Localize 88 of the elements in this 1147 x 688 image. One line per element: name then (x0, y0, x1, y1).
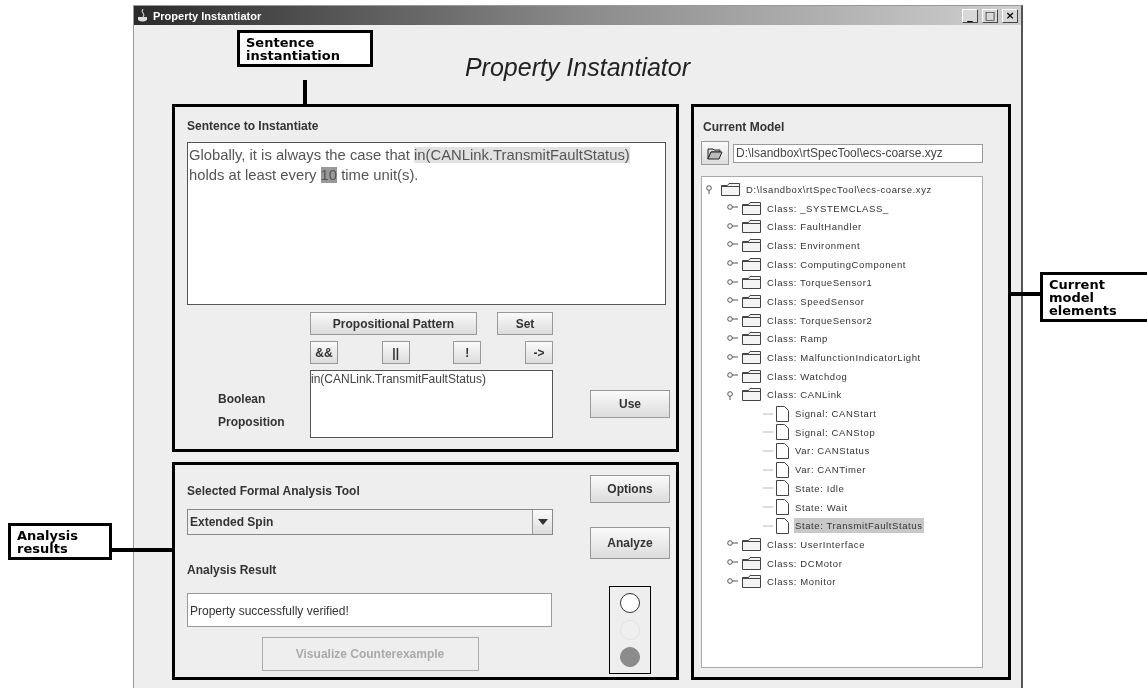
tree-item[interactable]: Class: TorqueSensor2 (766, 312, 874, 328)
tree-line-icon (763, 524, 773, 527)
tree-item[interactable]: Var: CANStatus (794, 443, 871, 459)
field-label: Boolean (218, 391, 267, 406)
tree-line-icon (763, 506, 773, 509)
window-control[interactable]: _ (962, 8, 978, 23)
tree-line-icon (763, 412, 773, 415)
folder-icon (742, 351, 761, 365)
section-label: Analysis Result (187, 563, 278, 577)
tree-handle-icon[interactable] (727, 333, 739, 344)
file-icon (776, 405, 789, 422)
callout-label: Analysis results (8, 523, 112, 560)
operator-button[interactable]: && (310, 341, 338, 364)
folder-icon (742, 313, 761, 327)
tree-line-icon (763, 431, 773, 434)
callout-label: Sentence instantiation (237, 30, 373, 67)
tree-item[interactable]: State: TransmitFaultStatus (794, 518, 924, 534)
use-button[interactable]: Use (590, 390, 670, 418)
tree-item[interactable]: State: Idle (794, 480, 846, 496)
operator-button[interactable]: -> (524, 341, 553, 364)
folder-icon (742, 201, 761, 215)
set-button[interactable]: Set (497, 312, 553, 335)
tree-handle-icon[interactable] (727, 277, 739, 288)
proposition-field[interactable]: in(CANLink.TransmitFaultStatus) (310, 370, 553, 438)
file-icon (776, 517, 789, 534)
pattern-button[interactable]: Propositional Pattern (310, 312, 477, 335)
folder-icon (742, 388, 761, 402)
tree-item[interactable]: Class: MalfunctionIndicatorLight (766, 350, 922, 366)
caret-icon (537, 519, 548, 525)
operator-button[interactable]: || (381, 341, 410, 364)
tool-dropdown[interactable]: Extended Spin (187, 509, 553, 535)
tree-item[interactable]: Class: TorqueSensor1 (766, 275, 874, 291)
folder-icon (742, 332, 761, 346)
folder-icon (742, 537, 761, 551)
options-button[interactable]: Options (590, 475, 670, 503)
tree-item[interactable]: Class: Environment (766, 237, 862, 253)
tree-item[interactable]: Signal: CANStop (794, 424, 877, 440)
folder-icon (742, 238, 761, 252)
file-icon (776, 442, 789, 459)
tree-item[interactable]: Signal: CANStart (794, 406, 878, 422)
tree-item[interactable]: Class: _SYSTEMCLASS_ (766, 200, 890, 216)
tree-item[interactable]: Class: ComputingComponent (766, 256, 908, 272)
tree-line-icon (763, 468, 773, 471)
tree-item[interactable]: Class: FaultHandler (766, 219, 863, 235)
file-icon (776, 499, 789, 516)
open-folder-icon (707, 146, 723, 160)
file-icon (776, 480, 789, 497)
sentence-field[interactable]: Globally, it is always the case that in(CANLink.TransmitFaultStatus) holds at least every 10 time unit(s). (187, 142, 666, 305)
tree-item[interactable]: Class: UserInterface (766, 536, 867, 552)
tree-item[interactable]: Class: DCMotor (766, 555, 844, 571)
tree-item[interactable]: Var: CANTimer (794, 462, 868, 478)
window-control[interactable]: □ (982, 8, 998, 23)
tree-item[interactable]: Class: SpeedSensor (766, 293, 866, 309)
callout-label: Current model elements (1040, 272, 1147, 322)
folder-icon (742, 294, 761, 308)
folder-icon (721, 182, 740, 196)
tree-line-icon (763, 487, 773, 490)
tree-item[interactable]: Class: Watchdog (766, 368, 849, 384)
panel-label: Sentence to Instantiate (187, 119, 320, 133)
open-folder-button[interactable] (701, 141, 729, 165)
operator-button[interactable]: ! (453, 341, 482, 364)
tree-handle-icon[interactable] (727, 576, 739, 587)
app-title: Property Instantiator (464, 53, 691, 82)
analyze-button[interactable]: Analyze (590, 527, 670, 559)
panel-label: Selected Formal Analysis Tool (187, 484, 361, 498)
result-field[interactable]: Property successfully verified! (187, 593, 552, 627)
tree-item[interactable]: Class: CANLink (766, 387, 843, 403)
panel-label: Current Model (702, 120, 786, 134)
tree-item[interactable]: State: Wait (794, 499, 849, 515)
file-icon (776, 461, 789, 478)
folder-icon (742, 220, 761, 234)
cup-icon (137, 8, 149, 23)
window-title: Property Instantiator (153, 9, 263, 22)
window-control[interactable]: × (1002, 8, 1018, 23)
folder-icon (742, 575, 761, 589)
tree-item[interactable]: Class: Monitor (766, 574, 838, 590)
tree-item[interactable]: Class: Ramp (766, 331, 829, 347)
tree-handle-icon[interactable] (727, 221, 739, 232)
folder-icon (742, 257, 761, 271)
field-label: Proposition (218, 414, 286, 429)
folder-icon (742, 276, 761, 290)
tree-line-icon (763, 449, 773, 452)
tree-handle-icon[interactable] (727, 352, 739, 363)
path-field[interactable]: D:\lsandbox\rtSpecTool\ecs-coarse.xyz (733, 143, 983, 163)
folder-icon (742, 556, 761, 570)
folder-icon (742, 369, 761, 383)
tree-item[interactable]: D:\lsandbox\rtSpecTool\ecs-coarse.xyz (745, 181, 933, 197)
file-icon (776, 424, 789, 441)
